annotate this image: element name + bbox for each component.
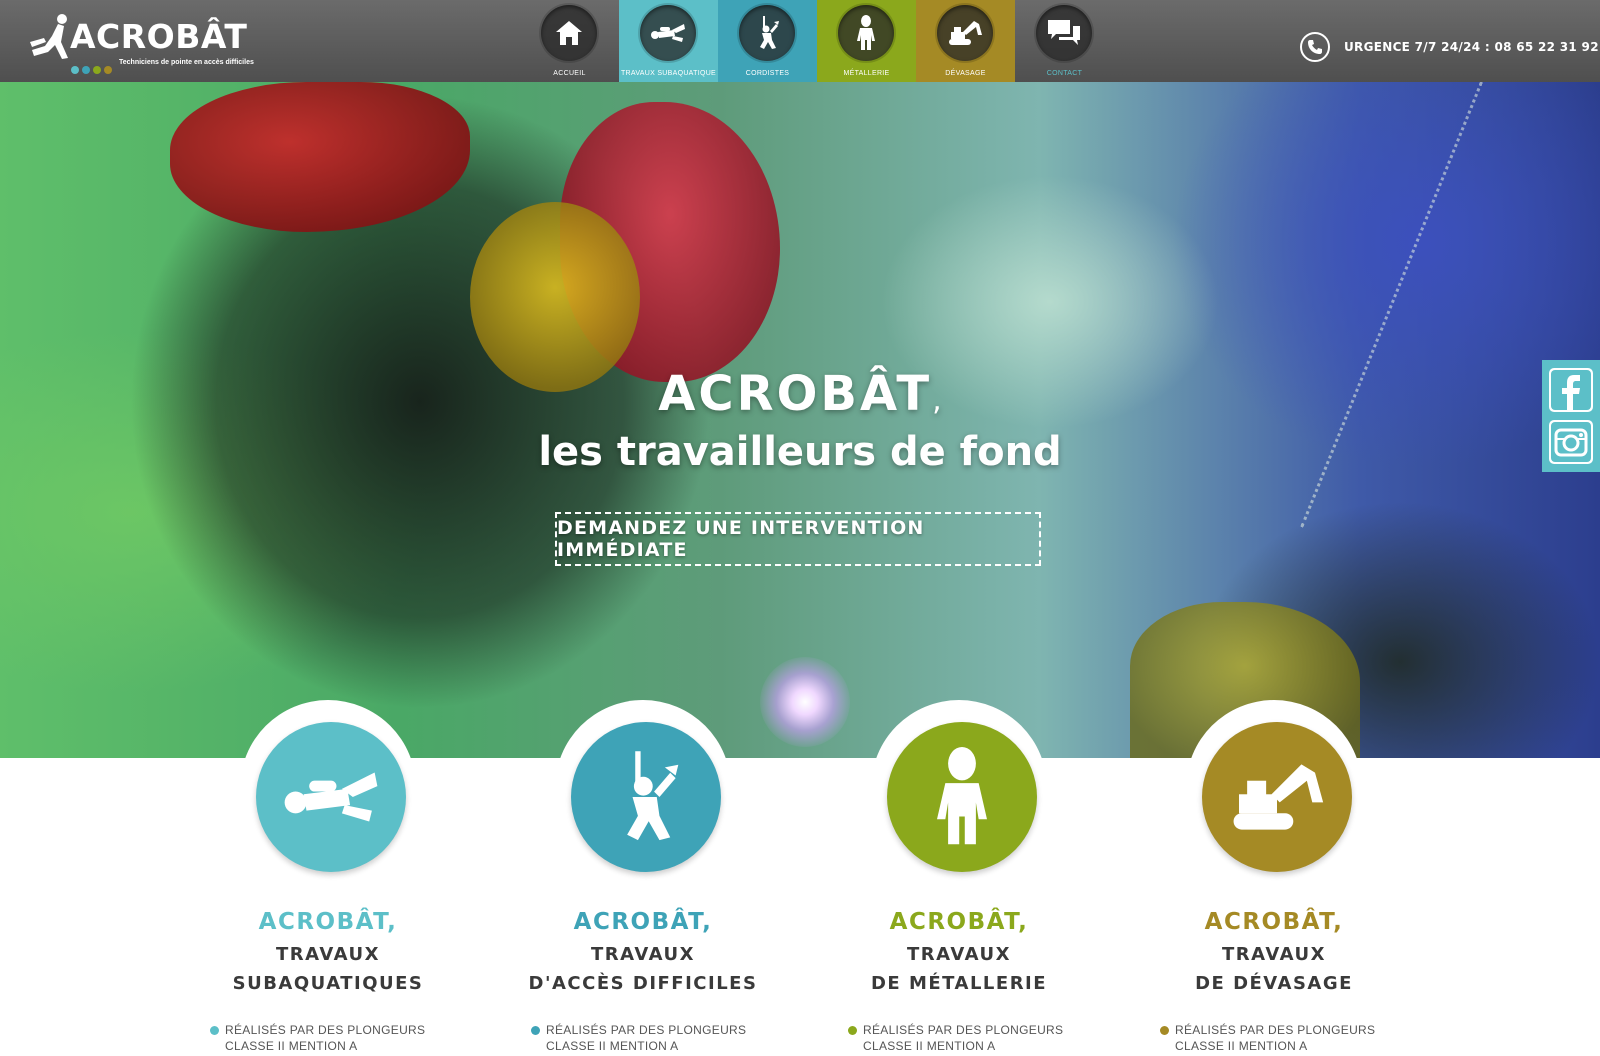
intervention-request-button[interactable]: DEMANDEZ UNE INTERVENTION IMMÉDIATE (555, 512, 1041, 566)
bullet-dot (210, 1026, 219, 1035)
card-title: ACROBÂT, (573, 909, 713, 935)
logo-dot (82, 66, 90, 74)
card-bullet: RÉALISÉS PAR DES PLONGEURS CLASSE II MEN… (210, 1022, 425, 1054)
nav-item-travaux-subaquatique[interactable]: TRAVAUX SUBAQUATIQUE (619, 0, 718, 82)
card-icon-circle (571, 722, 721, 872)
diver-logo-icon (30, 14, 68, 59)
card-title: ACROBÂT, (258, 909, 398, 935)
nav-label: TRAVAUX SUBAQUATIQUE (620, 70, 717, 77)
bullet-dot (848, 1026, 857, 1035)
nav-icon-circle (541, 5, 597, 61)
nav-item-contact[interactable]: CONTACT (1015, 0, 1114, 82)
main-nav: ACCUEIL TRAVAUX SUBAQUATIQUE CORDISTES M… (520, 0, 1114, 82)
facebook-icon (1551, 370, 1591, 410)
instagram-icon (1551, 422, 1591, 462)
suit-icon (937, 747, 987, 845)
nav-icon-circle (739, 5, 795, 61)
chat-icon (1048, 20, 1080, 45)
facebook-link[interactable] (1549, 368, 1593, 412)
diver-icon (284, 772, 378, 822)
excavator-icon (1233, 764, 1324, 830)
phone-handset-icon (1308, 40, 1322, 54)
service-card-subaquatique[interactable]: ACROBÂT, TRAVAUX SUBAQUATIQUES RÉALISÉS … (188, 700, 468, 1056)
hero-title-line1: ACROBÂT, (0, 366, 1600, 429)
site-header: ACROBÂT Techniciens de pointe en accès d… (0, 0, 1600, 82)
service-card-acces-difficiles[interactable]: ACROBÂT, TRAVAUX D'ACCÈS DIFFICILES RÉAL… (503, 700, 783, 1056)
card-bullet-text: RÉALISÉS PAR DES PLONGEURS CLASSE II MEN… (863, 1023, 1064, 1053)
card-bullet-text: RÉALISÉS PAR DES PLONGEURS CLASSE II MEN… (1175, 1023, 1376, 1053)
service-card-metallerie[interactable]: ACROBÂT, TRAVAUX DE MÉTALLERIE RÉALISÉS … (819, 700, 1099, 1056)
card-bullet: RÉALISÉS PAR DES PLONGEURS CLASSE II MEN… (1160, 1022, 1375, 1054)
hero-title-line2: les travailleurs de fond (538, 429, 1062, 475)
logo-dot (93, 66, 101, 74)
excavator-icon (949, 21, 982, 45)
nav-label: DÉVASAGE (945, 70, 986, 77)
suit-icon (857, 15, 875, 50)
hero-title: ACROBÂT, les travailleurs de fond (0, 366, 1600, 475)
logo-dot (71, 66, 79, 74)
nav-item-cordistes[interactable]: CORDISTES (718, 0, 817, 82)
hero-title-comma: , (932, 383, 942, 418)
hero-title-brand: ACROBÂT (658, 366, 933, 422)
nav-label: CORDISTES (745, 70, 790, 77)
nav-label: ACCUEIL (553, 70, 586, 77)
card-bullet-text: RÉALISÉS PAR DES PLONGEURS CLASSE II MEN… (546, 1023, 747, 1053)
bullet-dot (1160, 1026, 1169, 1035)
logo-dots (71, 59, 115, 74)
nav-icon-circle (1036, 5, 1092, 61)
nav-icon-circle (937, 5, 993, 61)
logo-wordmark: ACROBÂT (70, 17, 248, 56)
card-bullet-text: RÉALISÉS PAR DES PLONGEURS CLASSE II MEN… (225, 1023, 426, 1053)
phone-icon (1300, 32, 1330, 62)
logo-dot (104, 66, 112, 74)
emergency-phone[interactable]: URGENCE 7/7 24/24 : 08 65 22 31 92 (1300, 32, 1599, 62)
nav-icon-circle (640, 5, 696, 61)
card-title: ACROBÂT, (1204, 909, 1344, 935)
card-subtitle: TRAVAUX DE MÉTALLERIE (870, 944, 1048, 994)
home-icon (556, 21, 582, 45)
nav-icon-circle (838, 5, 894, 61)
nav-item-devasage[interactable]: DÉVASAGE (916, 0, 1015, 82)
bullet-dot (531, 1026, 540, 1035)
card-title: ACROBÂT, (889, 909, 1029, 935)
nav-item-metallerie[interactable]: MÉTALLERIE (817, 0, 916, 82)
logo-tagline: Techniciens de pointe en accès difficile… (119, 59, 254, 66)
nav-label: CONTACT (1046, 70, 1083, 77)
phone-number-text: URGENCE 7/7 24/24 : 08 65 22 31 92 (1344, 40, 1599, 54)
card-subtitle: TRAVAUX D'ACCÈS DIFFICILES (528, 944, 758, 994)
card-icon-circle (1202, 722, 1352, 872)
service-card-devasage[interactable]: ACROBÂT, TRAVAUX DE DÉVASAGE RÉALISÉS PA… (1134, 700, 1414, 1056)
nav-label: MÉTALLERIE (843, 70, 890, 77)
social-sidebar (1542, 360, 1600, 472)
nav-item-accueil[interactable]: ACCUEIL (520, 0, 619, 82)
climber-icon (760, 16, 779, 49)
hero-photo-helmet (470, 202, 640, 392)
card-subtitle: TRAVAUX DE DÉVASAGE (1195, 944, 1353, 994)
diver-icon (651, 24, 685, 42)
card-icon-circle (887, 722, 1037, 872)
card-bullet: RÉALISÉS PAR DES PLONGEURS CLASSE II MEN… (531, 1022, 746, 1054)
card-icon-circle (256, 722, 406, 872)
card-bullet: RÉALISÉS PAR DES PLONGEURS CLASSE II MEN… (848, 1022, 1063, 1054)
climber-icon (627, 751, 679, 841)
site-logo[interactable]: ACROBÂT Techniciens de pointe en accès d… (28, 10, 258, 74)
card-subtitle: TRAVAUX SUBAQUATIQUES (232, 944, 424, 994)
instagram-link[interactable] (1549, 420, 1593, 464)
hero-banner: ACROBÂT, les travailleurs de fond DEMAND… (0, 82, 1600, 758)
